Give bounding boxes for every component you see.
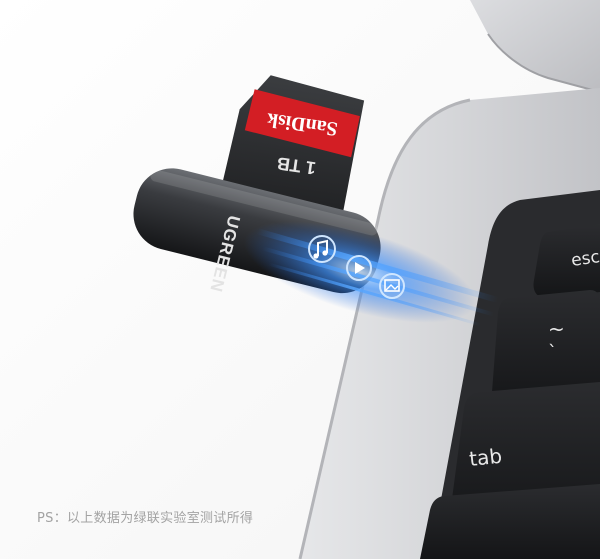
photo-canvas: esc ~ ` tab SanDisk 1 TB UGREEN bbox=[0, 0, 600, 559]
footnote-caption: PS：以上数据为绿联实验室测试所得 bbox=[37, 511, 254, 526]
key-esc-label: esc bbox=[570, 247, 600, 271]
key-tab-label: tab bbox=[468, 444, 503, 471]
key-backtick-label: ` bbox=[548, 342, 557, 363]
key-tilde-label: ~ bbox=[548, 317, 565, 341]
product-photo: esc ~ ` tab SanDisk 1 TB UGREEN PS：以上数据为… bbox=[0, 0, 600, 559]
key-esc: esc bbox=[533, 224, 600, 298]
